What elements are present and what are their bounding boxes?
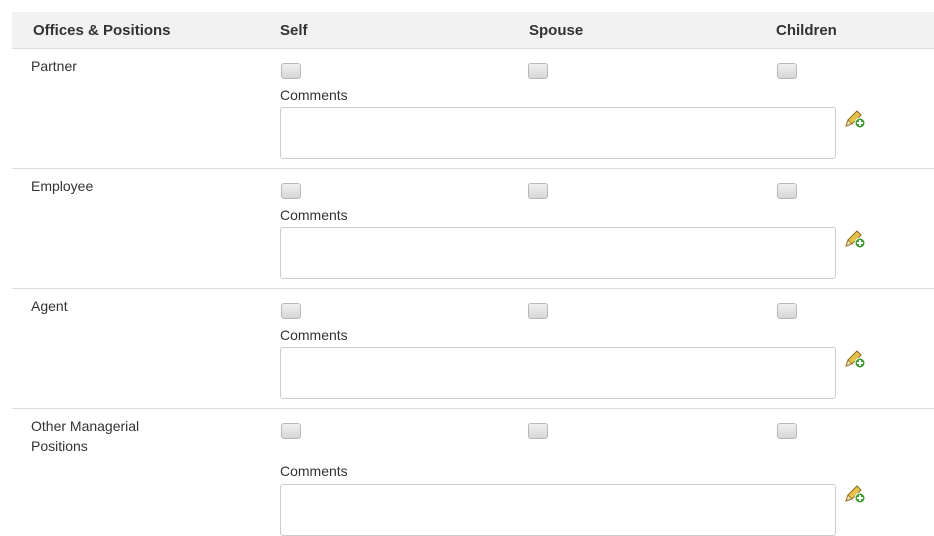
- comments-label: Comments: [280, 327, 348, 343]
- spouse-checkbox[interactable]: [528, 183, 548, 199]
- self-checkbox[interactable]: [281, 423, 301, 439]
- header-offices-positions: Offices & Positions: [33, 22, 171, 39]
- children-checkbox[interactable]: [777, 303, 797, 319]
- comments-input[interactable]: [280, 227, 836, 279]
- comments-label: Comments: [280, 463, 348, 479]
- table-row-agent: Agent Comments: [12, 289, 934, 409]
- comments-input[interactable]: [280, 484, 836, 536]
- self-checkbox[interactable]: [281, 303, 301, 319]
- table-row-partner: Partner Comments: [12, 49, 934, 169]
- children-checkbox[interactable]: [777, 183, 797, 199]
- header-children: Children: [776, 22, 837, 39]
- header-self: Self: [280, 22, 308, 39]
- comments-label: Comments: [280, 87, 348, 103]
- pencil-add-icon[interactable]: [844, 109, 866, 129]
- children-checkbox[interactable]: [777, 423, 797, 439]
- comments-label: Comments: [280, 207, 348, 223]
- self-checkbox[interactable]: [281, 183, 301, 199]
- row-label: Employee: [31, 178, 94, 194]
- row-label: Partner: [31, 58, 77, 74]
- spouse-checkbox[interactable]: [528, 303, 548, 319]
- spouse-checkbox[interactable]: [528, 423, 548, 439]
- row-label: Other Managerial Positions: [31, 418, 140, 454]
- comments-input[interactable]: [280, 347, 836, 399]
- header-spouse: Spouse: [529, 22, 584, 39]
- pencil-add-icon[interactable]: [844, 229, 866, 249]
- table-header: Offices & Positions Self Spouse Children: [12, 12, 934, 49]
- pencil-add-icon[interactable]: [844, 484, 866, 504]
- table-row-other-managerial-positions: Other Managerial Positions Comments: [12, 409, 934, 536]
- row-label: Agent: [31, 298, 68, 314]
- children-checkbox[interactable]: [777, 63, 797, 79]
- table-row-employee: Employee Comments: [12, 169, 934, 289]
- comments-input[interactable]: [280, 107, 836, 159]
- spouse-checkbox[interactable]: [528, 63, 548, 79]
- self-checkbox[interactable]: [281, 63, 301, 79]
- pencil-add-icon[interactable]: [844, 349, 866, 369]
